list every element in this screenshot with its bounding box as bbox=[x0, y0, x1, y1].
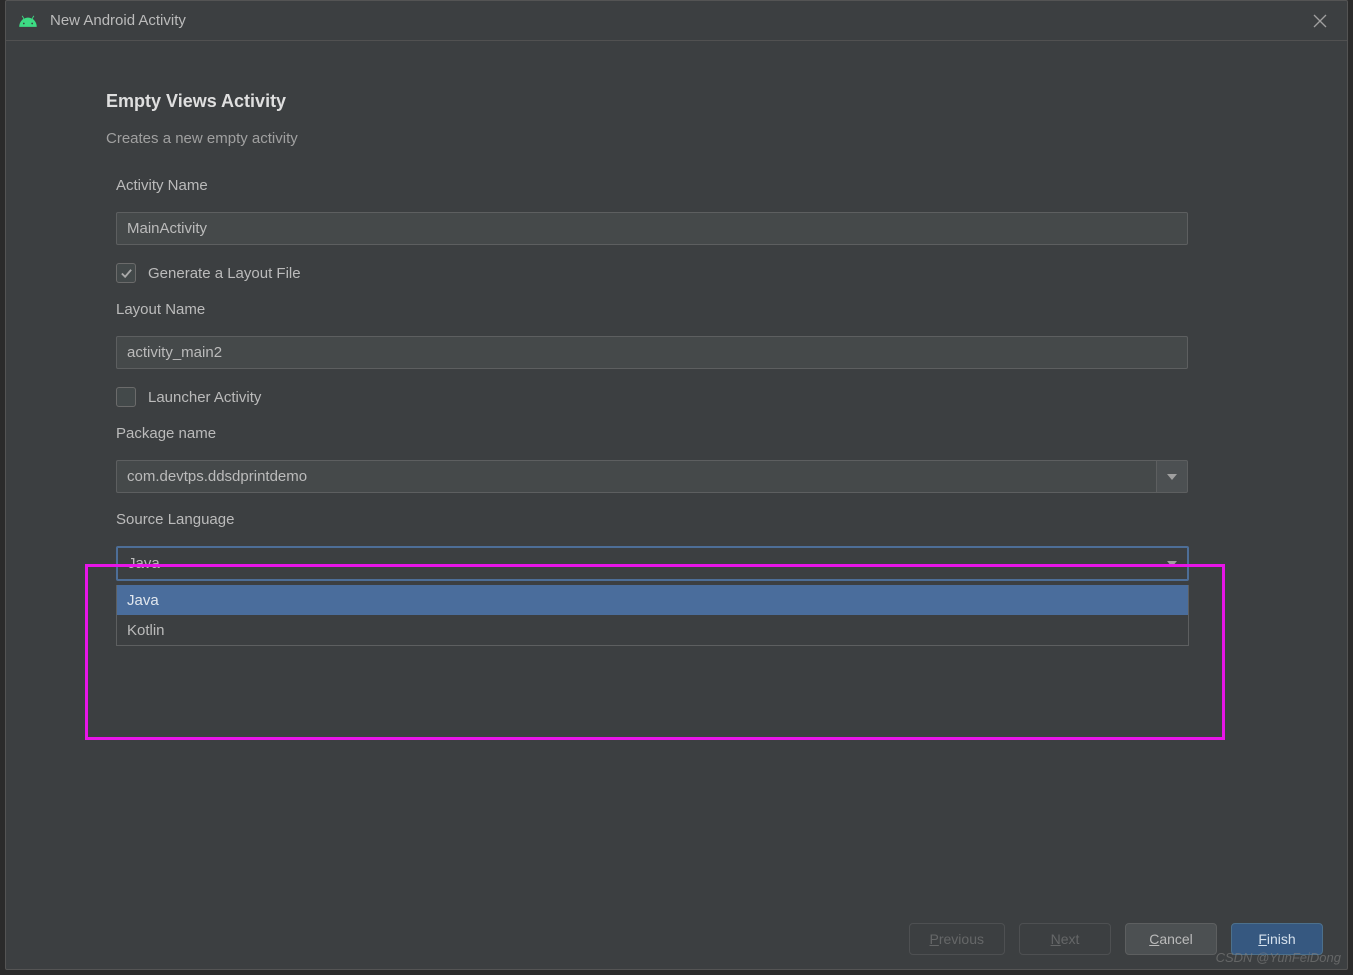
previous-button: Previous bbox=[909, 923, 1005, 955]
package-name-wrapper bbox=[116, 460, 1188, 493]
dialog-title: New Android Activity bbox=[50, 12, 1305, 29]
package-name-dropdown-button[interactable] bbox=[1156, 460, 1188, 493]
form-section: Activity Name Generate a Layout File Lay… bbox=[106, 177, 1247, 646]
generate-layout-row[interactable]: Generate a Layout File bbox=[116, 263, 1247, 283]
launcher-activity-checkbox[interactable] bbox=[116, 387, 136, 407]
layout-name-input[interactable] bbox=[116, 336, 1188, 369]
page-title: Empty Views Activity bbox=[106, 91, 1247, 112]
activity-name-input[interactable] bbox=[116, 212, 1188, 245]
watermark: CSDN @YunFeiDong bbox=[1216, 950, 1341, 965]
source-language-trigger[interactable]: Java bbox=[116, 546, 1189, 581]
activity-name-label: Activity Name bbox=[116, 177, 1247, 194]
source-language-label: Source Language bbox=[116, 511, 1247, 528]
new-activity-dialog: New Android Activity Empty Views Activit… bbox=[5, 0, 1348, 970]
package-name-input[interactable] bbox=[116, 460, 1156, 493]
next-button: Next bbox=[1019, 923, 1111, 955]
dialog-titlebar: New Android Activity bbox=[6, 1, 1347, 41]
source-language-select[interactable]: Java Java Kotlin bbox=[116, 546, 1189, 646]
source-language-value: Java bbox=[128, 555, 160, 572]
android-icon bbox=[18, 11, 38, 31]
layout-name-label: Layout Name bbox=[116, 301, 1247, 318]
generate-layout-checkbox[interactable] bbox=[116, 263, 136, 283]
cancel-button[interactable]: Cancel bbox=[1125, 923, 1217, 955]
source-language-options: Java Kotlin bbox=[116, 585, 1189, 646]
launcher-activity-label: Launcher Activity bbox=[148, 389, 261, 406]
package-name-label: Package name bbox=[116, 425, 1247, 442]
source-language-option-kotlin[interactable]: Kotlin bbox=[117, 615, 1188, 645]
source-language-option-java[interactable]: Java bbox=[117, 585, 1188, 615]
chevron-down-icon bbox=[1167, 561, 1177, 567]
generate-layout-label: Generate a Layout File bbox=[148, 265, 301, 282]
page-subtitle: Creates a new empty activity bbox=[106, 130, 1247, 147]
dialog-content: Empty Views Activity Creates a new empty… bbox=[6, 41, 1347, 909]
launcher-activity-row[interactable]: Launcher Activity bbox=[116, 387, 1247, 407]
dialog-footer: Previous Next Cancel Finish CSDN @YunFei… bbox=[6, 909, 1347, 969]
close-button[interactable] bbox=[1305, 6, 1335, 36]
